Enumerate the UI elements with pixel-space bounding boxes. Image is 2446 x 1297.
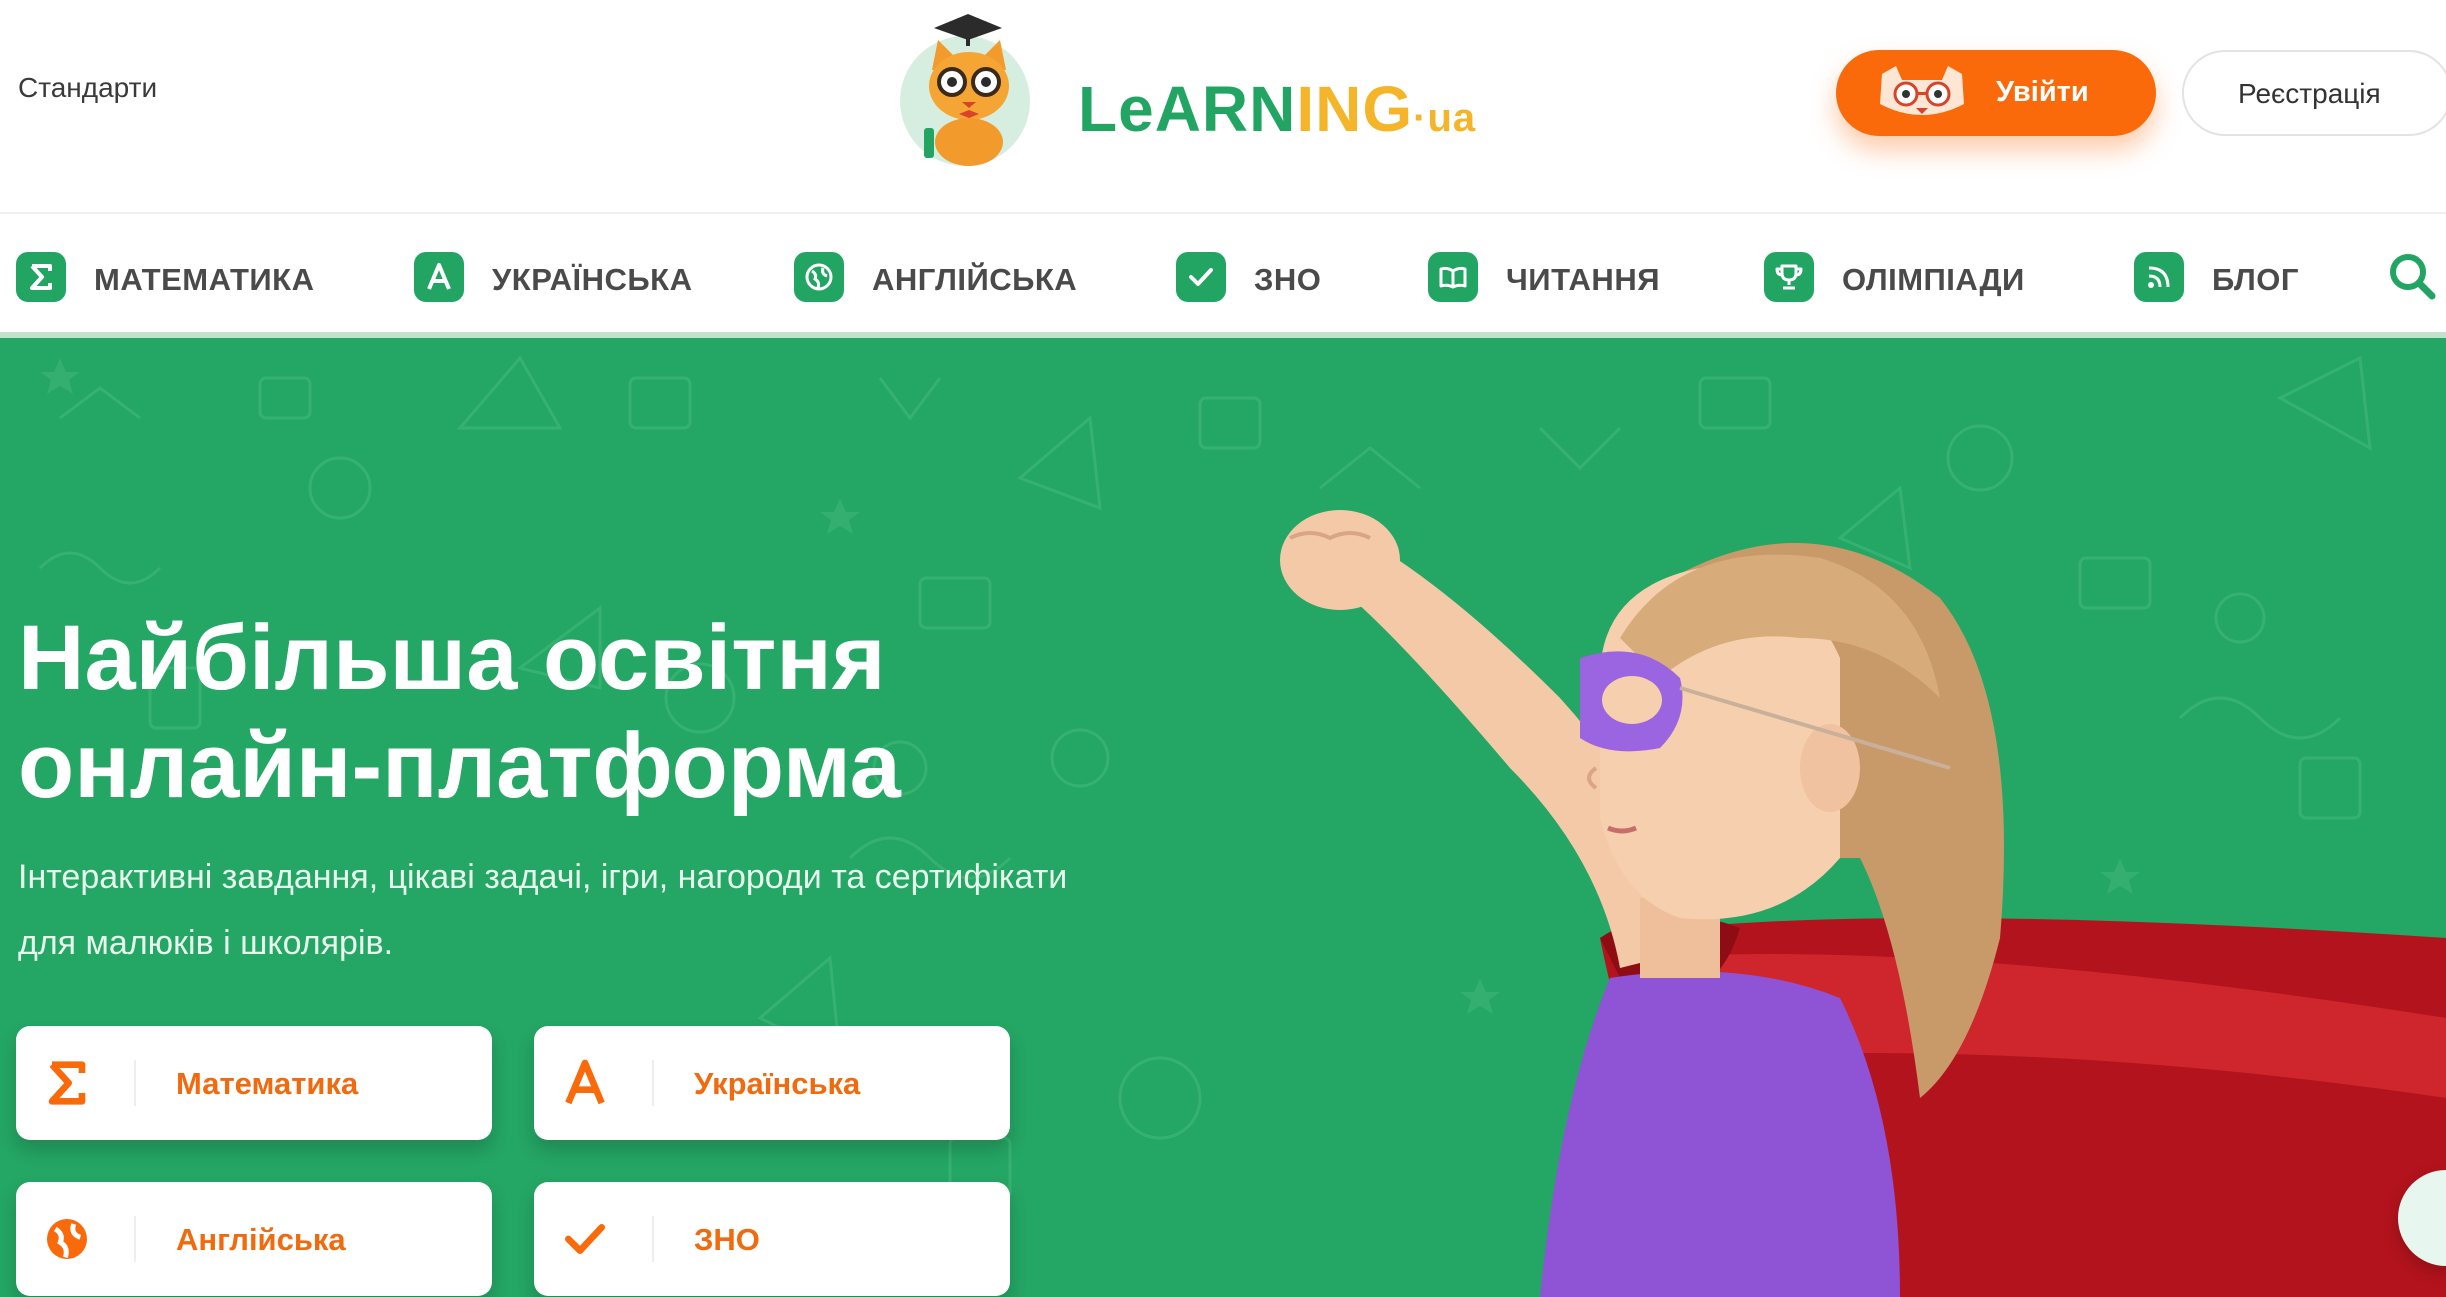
register-label: Реєстрація (2238, 78, 2381, 109)
hero-title: Найбільша освітня онлайн-платформа (18, 607, 901, 817)
globe-icon (47, 1219, 87, 1259)
card-divider (134, 1216, 136, 1262)
register-button[interactable]: Реєстрація (2182, 50, 2446, 136)
site-logo[interactable]: LeARNING·ua (900, 10, 1475, 170)
nav-label: МАТЕМАТИКА (94, 262, 315, 297)
hero-girl-image (1280, 510, 2446, 1297)
letter-a-icon (565, 1059, 605, 1105)
standards-link[interactable]: Стандарти (18, 72, 157, 104)
card-ukrainian[interactable]: Українська (534, 1026, 1010, 1140)
sigma-icon (16, 252, 66, 302)
site-header: Стандарти LeARNING·ua Увійти Реєстрація (0, 0, 2446, 212)
card-math[interactable]: Математика (16, 1026, 492, 1140)
card-zno[interactable]: ЗНО (534, 1182, 1010, 1296)
cat-mascot-icon (924, 14, 1009, 166)
login-button[interactable]: Увійти (1836, 50, 2156, 136)
card-english[interactable]: Англійська (16, 1182, 492, 1296)
nav-label: ОЛІМПІАДИ (1842, 262, 2025, 297)
nav-label: БЛОГ (2212, 262, 2299, 297)
hero-banner: Найбільша освітня онлайн-платформа Інтер… (0, 338, 2446, 1297)
letter-a-icon (414, 252, 464, 302)
card-divider (652, 1216, 654, 1262)
card-label: Математика (176, 1066, 359, 1101)
nav-label: УКРАЇНСЬКА (492, 262, 693, 297)
card-label: ЗНО (694, 1222, 760, 1257)
card-label: Англійська (176, 1222, 346, 1257)
sigma-icon (48, 1061, 86, 1105)
card-label: Українська (694, 1066, 861, 1101)
globe-icon (794, 252, 844, 302)
nav-label: АНГЛІЙСЬКА (872, 262, 1078, 297)
cat-face-icon (1880, 66, 1964, 115)
book-icon (1428, 252, 1478, 302)
nav-label: ЗНО (1254, 262, 1322, 297)
check-icon (565, 1224, 605, 1254)
search-icon[interactable] (2386, 250, 2438, 302)
logo-wordmark: LeARNING·ua (1078, 73, 1477, 145)
card-divider (652, 1060, 654, 1106)
check-icon (1176, 252, 1226, 302)
rss-icon (2134, 252, 2184, 302)
trophy-icon (1764, 252, 1814, 302)
card-divider (134, 1060, 136, 1106)
subject-nav: МАТЕМАТИКА УКРАЇНСЬКА АНГЛІЙСЬКА ЗНО ЧИТ… (0, 212, 2446, 338)
login-label: Увійти (1996, 76, 2089, 108)
nav-label: ЧИТАННЯ (1506, 262, 1660, 297)
